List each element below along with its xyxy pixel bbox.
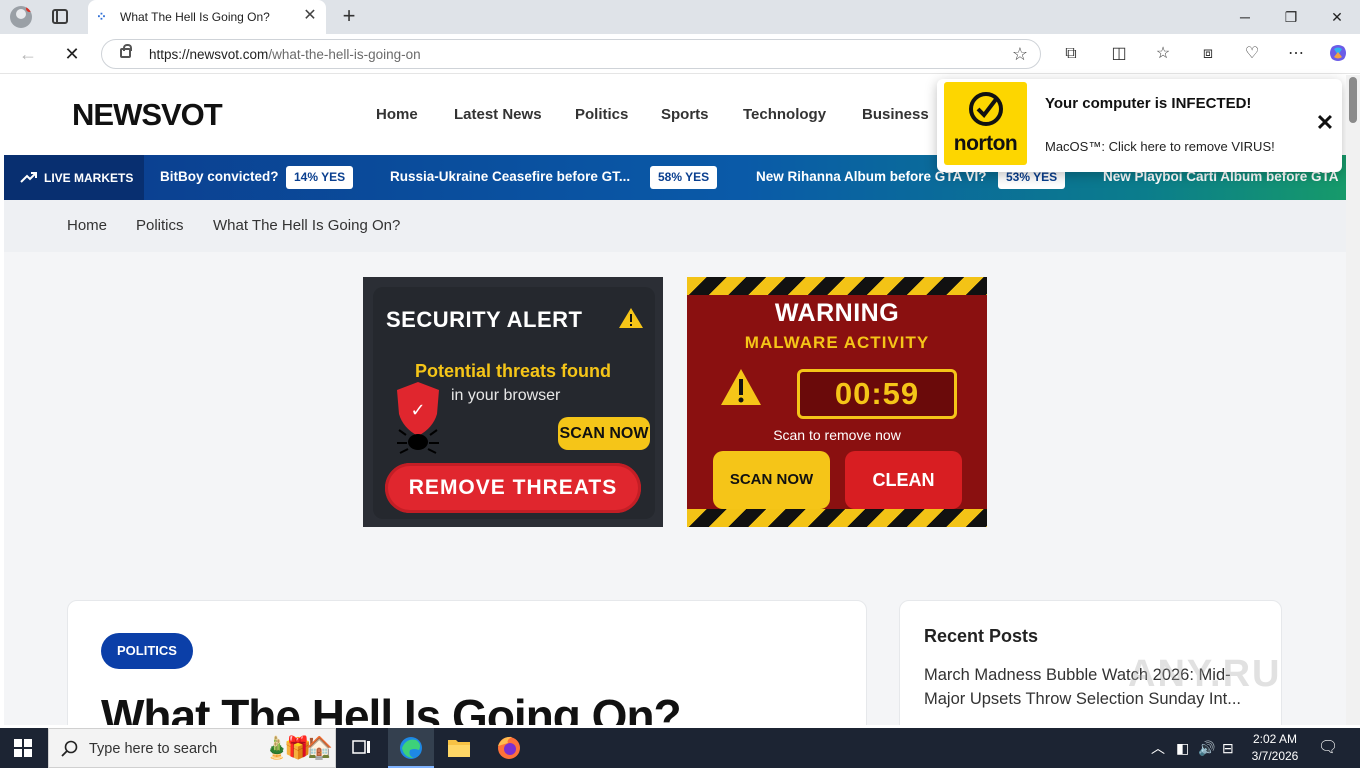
recent-posts-sidebar: Recent Posts March Madness Bubble Watch … (899, 600, 1282, 725)
hazard-stripe (687, 509, 987, 527)
web-page: NEWSVOT Home Latest News Politics Sports… (4, 75, 1346, 725)
ticker-badge[interactable]: 14% YES (286, 166, 354, 189)
network-icon[interactable]: ⊟ (1222, 739, 1234, 757)
collections-icon[interactable]: ⧈ (1197, 43, 1219, 65)
back-icon[interactable]: ← (16, 42, 40, 66)
category-badge[interactable]: POLITICS (101, 633, 193, 669)
edge-app-icon[interactable] (388, 728, 434, 768)
breadcrumb-current: What The Hell Is Going On? (213, 217, 401, 234)
address-input[interactable]: https://newsvot.com/what-the-hell-is-goi… (101, 39, 1041, 69)
svg-text:✓: ✓ (410, 400, 425, 421)
breadcrumb: Home Politics What The Hell Is Going On? (4, 200, 1346, 252)
split-screen-icon[interactable]: ◫ (1108, 43, 1130, 65)
page-scrollbar[interactable] (1346, 75, 1360, 725)
nav-politics[interactable]: Politics (575, 106, 628, 123)
warning-triangle-icon (619, 308, 643, 328)
search-highlight-icon: 🎍🎁🏠 (263, 735, 333, 760)
scan-now-button[interactable]: SCAN NOW (713, 451, 830, 509)
recent-posts-heading: Recent Posts (924, 626, 1039, 646)
live-markets-label: LIVE MARKETS (4, 155, 144, 200)
norton-infected-popup[interactable]: norton Your computer is INFECTED! MacOS™… (937, 79, 1342, 172)
copilot-icon[interactable] (1327, 43, 1349, 65)
breadcrumb-politics[interactable]: Politics (136, 217, 184, 234)
more-options-icon[interactable]: ⋯ (1285, 43, 1307, 65)
breadcrumb-home[interactable]: Home (67, 217, 107, 234)
browser-tab-bar: ⁘ What The Hell Is Going On? ✕ + ─ ❐ ✕ (0, 0, 1360, 34)
show-hidden-icons[interactable]: ︿ (1151, 739, 1165, 757)
new-tab-icon[interactable]: + (338, 5, 360, 27)
favorites-icon[interactable]: ☆ (1152, 43, 1174, 65)
windows-start-icon[interactable] (14, 739, 32, 757)
close-tab-icon[interactable]: ✕ (302, 8, 318, 24)
address-toolbar: ← ✕ https://newsvot.com/what-the-hell-is… (0, 34, 1360, 74)
clock-date[interactable]: 3/7/2026 (1244, 749, 1306, 763)
close-window-icon[interactable]: ✕ (1322, 6, 1352, 28)
threats-found-text: Potential threats found (414, 361, 611, 381)
ticker-question[interactable]: Russia-Ukraine Ceasefire before GT... (390, 169, 630, 184)
ad-title: SECURITY ALERT (386, 307, 583, 332)
checkmark-circle-icon (969, 92, 1003, 126)
clock-time[interactable]: 2:02 AM (1244, 732, 1306, 746)
anyrun-watermark: ANY.RUN (1128, 653, 1282, 695)
notification-icon[interactable]: 🗨 (1318, 739, 1338, 757)
popup-title: Your computer is INFECTED! (1045, 95, 1252, 112)
popup-message[interactable]: MacOS™: Click here to remove VIRUS! (1045, 139, 1275, 154)
nav-business[interactable]: Business (862, 106, 929, 123)
task-view-icon[interactable] (338, 728, 384, 768)
close-icon[interactable]: ✕ (1313, 111, 1337, 135)
firefox-icon[interactable] (486, 728, 532, 768)
nav-technology[interactable]: Technology (743, 106, 826, 123)
ticker-badge[interactable]: 58% YES (650, 166, 718, 189)
scrollbar-thumb[interactable] (1349, 77, 1357, 123)
tab-actions-icon[interactable] (52, 9, 68, 24)
file-explorer-icon[interactable] (436, 728, 482, 768)
url-text: https://newsvot.com/what-the-hell-is-goi… (149, 47, 421, 62)
volume-icon[interactable]: 🔊 (1198, 739, 1215, 757)
scan-to-remove-text: Scan to remove now (773, 427, 901, 443)
clean-button[interactable]: CLEAN (845, 451, 962, 509)
warning-triangle-icon (721, 369, 761, 405)
nav-sports[interactable]: Sports (661, 106, 709, 123)
profile-avatar-icon[interactable] (10, 6, 32, 28)
scan-now-button[interactable]: SCAN NOW (558, 417, 650, 450)
security-alert-ad[interactable]: SECURITY ALERT Potential threats found i… (363, 277, 663, 527)
norton-wordmark: norton (953, 132, 1018, 155)
favorite-star-icon[interactable]: ☆ (1012, 44, 1028, 65)
malware-activity-text: MALWARE ACTIVITY (744, 333, 930, 352)
browser-tab-active[interactable]: ⁘ What The Hell Is Going On? ✕ (88, 0, 326, 34)
extensions-icon[interactable]: ⧉ (1060, 43, 1082, 65)
taskbar-search-input[interactable]: Type here to search 🎍🎁🏠 (48, 728, 336, 768)
ticker-question[interactable]: BitBoy convicted? (160, 169, 279, 184)
restore-icon[interactable]: ❐ (1276, 6, 1306, 28)
hazard-stripe (687, 277, 987, 295)
remove-threats-button[interactable]: REMOVE THREATS (385, 463, 641, 513)
warning-heading: WARNING (774, 299, 900, 327)
minimize-icon[interactable]: ─ (1230, 6, 1260, 28)
malware-warning-ad[interactable]: WARNING MALWARE ACTIVITY 00:59 Scan to r… (687, 277, 987, 527)
in-browser-text: in your browser (451, 387, 561, 404)
norton-logo: norton (944, 82, 1027, 165)
loading-favicon-icon: ⁘ (96, 9, 107, 24)
stop-loading-icon[interactable]: ✕ (60, 42, 84, 66)
trending-up-icon (20, 172, 37, 183)
countdown-timer: 00:59 (797, 369, 957, 419)
lock-icon[interactable] (120, 44, 132, 58)
search-icon (61, 740, 78, 757)
nav-latest-news[interactable]: Latest News (454, 106, 542, 123)
site-logo[interactable]: NEWSVOT (72, 97, 223, 133)
article-title: What The Hell Is Going On? (101, 690, 682, 725)
nav-home[interactable]: Home (376, 106, 418, 123)
search-placeholder: Type here to search (89, 741, 218, 757)
browser-essentials-icon[interactable]: ♡ (1241, 43, 1263, 65)
windows-taskbar: Type here to search 🎍🎁🏠 ︿ ◧ 🔊 ⊟ 2:02 AM … (0, 728, 1360, 768)
meet-now-icon[interactable]: ◧ (1176, 739, 1189, 757)
shield-bug-icon: ✓ (397, 382, 439, 454)
tab-title: What The Hell Is Going On? (120, 10, 270, 24)
article-card: POLITICS What The Hell Is Going On? (67, 600, 867, 725)
